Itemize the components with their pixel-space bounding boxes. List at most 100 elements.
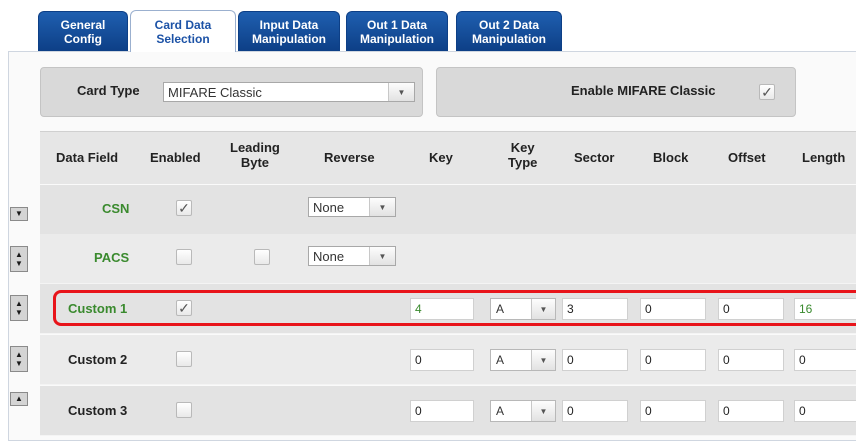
chevron-down-icon: ▼: [531, 299, 555, 319]
arrow-up-icon[interactable]: ▲: [12, 350, 26, 359]
key-type-select[interactable]: A ▼: [490, 400, 556, 422]
card-type-select[interactable]: MIFARE Classic ▼: [163, 82, 415, 102]
arrow-up-icon[interactable]: ▲: [12, 299, 26, 308]
offset-value: 0: [723, 353, 730, 367]
enabled-checkbox[interactable]: ✓: [176, 200, 192, 216]
arrow-down-icon[interactable]: ▼: [12, 308, 26, 317]
tab-label: Out 2 Data Manipulation: [472, 17, 546, 46]
enabled-checkbox[interactable]: [176, 351, 192, 367]
sector-input[interactable]: 0: [562, 400, 628, 422]
chevron-down-icon: ▼: [531, 401, 555, 421]
enabled-checkbox[interactable]: ✓: [176, 300, 192, 316]
key-input[interactable]: 0: [410, 349, 474, 371]
tab-label: Out 1 Data Manipulation: [360, 17, 434, 46]
enabled-checkbox[interactable]: [176, 249, 192, 265]
arrow-up-icon[interactable]: ▲: [12, 395, 26, 404]
sector-value: 3: [567, 302, 574, 316]
key-value: 4: [415, 302, 422, 316]
block-value: 0: [645, 302, 652, 316]
chevron-down-icon: ▼: [388, 83, 414, 101]
table-row-custom-2[interactable]: Custom 2 0 A ▼ 0 0 0 0: [40, 335, 856, 385]
col-sector: Sector: [574, 150, 615, 165]
checkmark-icon: ✓: [761, 84, 773, 100]
checkmark-icon: ✓: [178, 200, 190, 216]
key-type-select[interactable]: A ▼: [490, 298, 556, 320]
block-input[interactable]: 0: [640, 349, 706, 371]
row-move-controls: ▼: [10, 207, 28, 221]
field-name: Custom 2: [68, 352, 128, 367]
card-type-label: Card Type: [77, 83, 140, 98]
arrow-down-icon[interactable]: ▼: [12, 359, 26, 368]
tab-card-data-selection[interactable]: Card Data Selection: [130, 10, 236, 52]
block-input[interactable]: 0: [640, 400, 706, 422]
enable-mifare-checkbox[interactable]: ✓: [759, 84, 775, 100]
chevron-down-icon: ▼: [369, 198, 395, 216]
col-block: Block: [653, 150, 689, 165]
offset-value: 0: [723, 302, 730, 316]
reverse-value: None: [313, 248, 345, 264]
col-key: Key: [429, 150, 453, 165]
arrow-down-icon[interactable]: ▼: [12, 210, 26, 219]
key-type-value: A: [496, 353, 505, 367]
sector-input[interactable]: 3: [562, 298, 628, 320]
col-length: Length: [802, 150, 846, 165]
key-type-select[interactable]: A ▼: [490, 349, 556, 371]
leading-byte-checkbox[interactable]: [254, 249, 270, 265]
offset-input[interactable]: 0: [718, 298, 784, 320]
col-enabled: Enabled: [150, 150, 201, 165]
offset-input[interactable]: 0: [718, 400, 784, 422]
card-type-value: MIFARE Classic: [168, 84, 262, 100]
enable-mifare-group: Enable MIFARE Classic ✓: [436, 67, 796, 117]
key-input[interactable]: 4: [410, 298, 474, 320]
reverse-select[interactable]: None ▼: [308, 246, 396, 266]
length-value: 16: [799, 302, 813, 316]
chevron-down-icon: ▼: [531, 350, 555, 370]
col-offset: Offset: [728, 150, 766, 165]
length-value: 0: [799, 353, 806, 367]
row-move-controls: ▲ ▼: [10, 346, 28, 372]
reverse-select[interactable]: None ▼: [308, 197, 396, 217]
table-row-custom-1[interactable]: Custom 1 ✓ 4 A ▼ 3 0 0 16: [40, 284, 856, 334]
reverse-value: None: [313, 199, 345, 215]
key-input[interactable]: 0: [410, 400, 474, 422]
length-value: 0: [799, 404, 806, 418]
row-move-controls: ▲: [10, 392, 28, 406]
enable-mifare-label: Enable MIFARE Classic: [571, 83, 716, 98]
block-value: 0: [645, 404, 652, 418]
length-input[interactable]: 16: [794, 298, 856, 320]
key-value: 0: [415, 353, 422, 367]
length-input[interactable]: 0: [794, 400, 856, 422]
sector-value: 0: [567, 353, 574, 367]
row-move-controls: ▲ ▼: [10, 246, 28, 272]
arrow-down-icon[interactable]: ▼: [12, 259, 26, 268]
tab-label: Input Data Manipulation: [252, 17, 326, 46]
arrow-up-icon[interactable]: ▲: [12, 250, 26, 259]
offset-value: 0: [723, 404, 730, 418]
chevron-down-icon: ▼: [369, 247, 395, 265]
card-type-group: Card Type MIFARE Classic ▼: [40, 67, 423, 117]
col-leading-byte: Leading Byte: [230, 140, 280, 170]
field-name: CSN: [102, 201, 130, 216]
tab-out1-data-manipulation[interactable]: Out 1 Data Manipulation: [346, 11, 448, 51]
field-name: Custom 3: [68, 403, 128, 418]
enabled-checkbox[interactable]: [176, 402, 192, 418]
tab-input-data-manipulation[interactable]: Input Data Manipulation: [238, 11, 340, 51]
col-reverse: Reverse: [324, 150, 375, 165]
key-type-value: A: [496, 302, 505, 316]
tab-label: Card Data Selection: [154, 17, 212, 46]
tab-general-config[interactable]: General Config: [38, 11, 128, 51]
block-input[interactable]: 0: [640, 298, 706, 320]
length-input[interactable]: 0: [794, 349, 856, 371]
block-value: 0: [645, 353, 652, 367]
col-data-field: Data Field: [56, 150, 119, 165]
tab-out2-data-manipulation[interactable]: Out 2 Data Manipulation: [456, 11, 562, 51]
field-name: PACS: [94, 250, 130, 265]
offset-input[interactable]: 0: [718, 349, 784, 371]
row-move-controls: ▲ ▼: [10, 295, 28, 321]
table-header: Data Field Enabled Leading Byte Reverse …: [40, 131, 856, 184]
col-key-type: Key Type: [508, 140, 538, 170]
key-value: 0: [415, 404, 422, 418]
sector-input[interactable]: 0: [562, 349, 628, 371]
key-type-value: A: [496, 404, 505, 418]
sector-value: 0: [567, 404, 574, 418]
